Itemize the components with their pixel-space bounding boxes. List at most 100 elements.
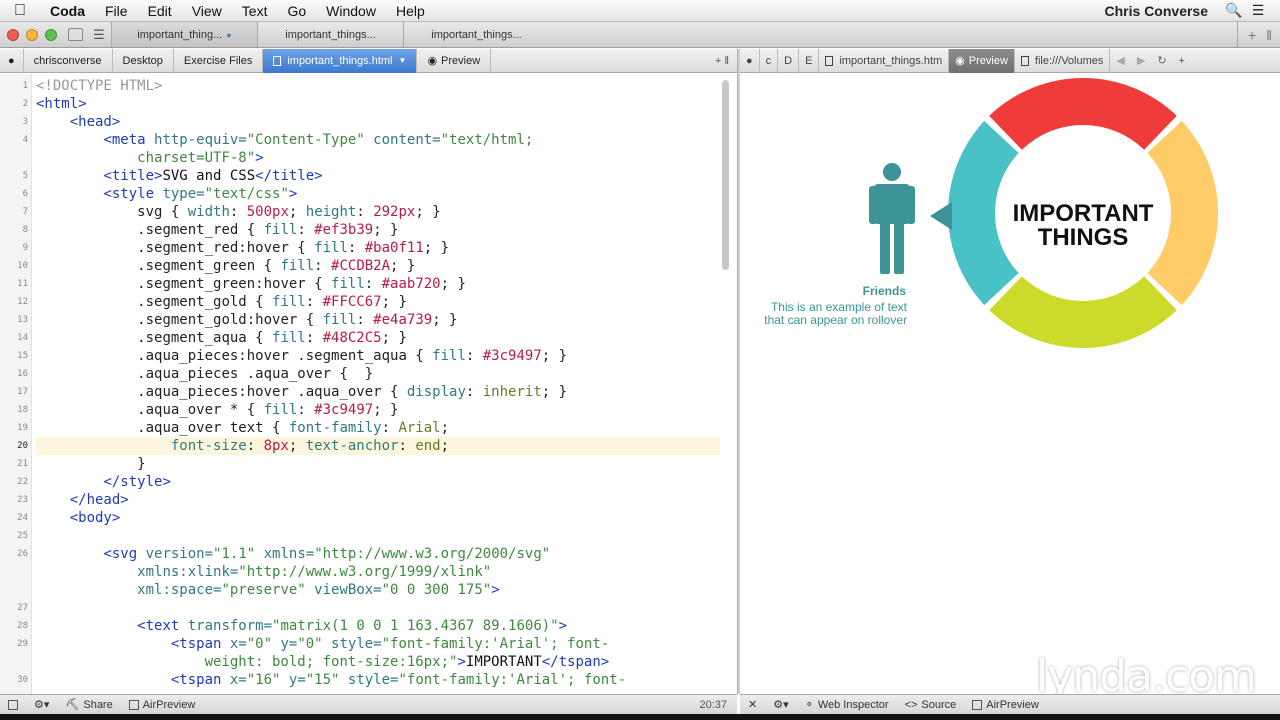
back-arrow-icon[interactable]: ◀ — [1110, 54, 1130, 67]
code-line[interactable]: .aqua_over text { font-family: Arial; — [36, 419, 449, 437]
path-nav-icon-right[interactable]: ● — [740, 48, 760, 73]
menu-edit[interactable]: Edit — [138, 3, 182, 19]
close-preview-button[interactable]: ✕ — [740, 698, 765, 711]
menu-text[interactable]: Text — [232, 3, 278, 19]
code-line[interactable]: .segment_green:hover { fill: #aab720; } — [36, 275, 466, 293]
tab-important-things-3[interactable]: important_things... — [403, 22, 549, 47]
sites-button[interactable] — [63, 22, 87, 47]
code-line[interactable]: charset=UTF-8"> — [36, 149, 263, 167]
tab-important-things-2[interactable]: important_things... — [257, 22, 403, 47]
menu-help[interactable]: Help — [386, 3, 435, 19]
crumb-current-file[interactable]: important_things.html ▼ — [263, 48, 418, 73]
settings-status[interactable]: ⚙▾ — [26, 698, 57, 711]
source-button[interactable]: <> Source — [897, 699, 965, 711]
code-token: ; } — [541, 348, 568, 364]
notification-list-icon[interactable]: ☰ — [1246, 2, 1270, 19]
line-number: 9 — [22, 243, 28, 253]
code-token: version= — [145, 546, 214, 562]
menu-view[interactable]: View — [182, 3, 232, 19]
airpreview-button[interactable]: AirPreview — [121, 699, 204, 711]
menu-coda[interactable]: Coda — [40, 3, 95, 19]
forward-arrow-icon[interactable]: ▶ — [1131, 54, 1151, 67]
code-line[interactable]: .segment_gold { fill: #FFCC67; } — [36, 293, 407, 311]
code-line[interactable]: </head> — [36, 491, 129, 509]
code-line[interactable]: } — [36, 455, 145, 473]
preview-tab-active[interactable]: ◉ Preview — [949, 48, 1015, 73]
code-line[interactable]: .segment_gold:hover { fill: #e4a739; } — [36, 311, 457, 329]
code-line[interactable]: </style> — [36, 473, 170, 491]
preview-tab[interactable]: ◉ Preview — [417, 48, 492, 73]
code-line[interactable]: .aqua_pieces:hover .aqua_over { display:… — [36, 383, 567, 401]
editor-scrollbar[interactable] — [722, 80, 729, 270]
crumb-user-short[interactable]: c — [760, 48, 779, 73]
apple-menu-icon[interactable]:  — [0, 2, 40, 20]
sidebar-toggle-status[interactable] — [0, 699, 26, 710]
preview-status-bar: ✕ ⚙▾ ⚬ Web Inspector <> Source AirPreview — [740, 694, 1280, 714]
spotlight-search-icon[interactable]: 🔍 — [1222, 2, 1246, 19]
code-token: : — [297, 222, 315, 238]
crumb-desktop-short[interactable]: D — [778, 48, 800, 73]
settings-status-right[interactable]: ⚙▾ — [765, 698, 796, 711]
code-line[interactable]: .segment_red:hover { fill: #ba0f11; } — [36, 239, 449, 257]
globe-icon: ⚬ — [804, 699, 814, 711]
code-area[interactable]: <!DOCTYPE HTML> <html> <head> <meta http-… — [36, 74, 720, 694]
segment-red[interactable] — [989, 78, 1177, 150]
path-nav-icon[interactable]: ● — [0, 48, 24, 73]
airpreview-button-right[interactable]: AirPreview — [964, 699, 1047, 711]
menu-go[interactable]: Go — [277, 3, 316, 19]
code-editor[interactable]: 1 2 3 4 5 6 7 8 9 10 11 12 13 14 15 16 17 18 19 20 21 22 23 24 2… — [0, 74, 737, 694]
code-line[interactable]: <svg version="1.1" xmlns="http://www.w3.… — [36, 545, 550, 563]
new-tab-plus-icon[interactable]: + — [1248, 27, 1256, 43]
code-line[interactable]: <title>SVG and CSS</title> — [36, 167, 322, 185]
crumb-desktop[interactable]: Desktop — [113, 48, 174, 73]
code-line[interactable]: <style type="text/css"> — [36, 185, 297, 203]
sidebar-toggle-button[interactable]: ☰ — [87, 22, 111, 47]
segment-gold[interactable] — [1147, 120, 1218, 306]
crumb-file-label: important_things.htm — [839, 54, 943, 67]
code-line[interactable]: <text transform="matrix(1 0 0 1 163.4367… — [36, 617, 567, 635]
web-inspector-button[interactable]: ⚬ Web Inspector — [797, 698, 897, 712]
line-number: 27 — [17, 603, 28, 613]
crumb-user[interactable]: chrisconverse — [24, 48, 113, 73]
split-add-icon[interactable]: + ‖ — [715, 55, 737, 67]
code-line[interactable]: <body> — [36, 509, 121, 527]
menu-file[interactable]: File — [95, 3, 138, 19]
menu-window[interactable]: Window — [316, 3, 386, 19]
code-line[interactable]: <head> — [36, 113, 121, 131]
tab-important-things-1[interactable]: important_thing... ● — [111, 22, 257, 47]
code-line[interactable]: xml:space="preserve" viewBox="0 0 300 17… — [36, 581, 499, 599]
code-line[interactable]: .segment_aqua { fill: #48C2C5; } — [36, 329, 407, 347]
minimize-window-button[interactable] — [26, 28, 38, 41]
code-token: #3c9497 — [482, 348, 542, 364]
zoom-window-button[interactable] — [45, 28, 57, 41]
crumb-exercise-short[interactable]: E — [799, 48, 820, 73]
code-line[interactable]: .aqua_pieces .aqua_over { } — [36, 365, 373, 383]
code-line[interactable]: .aqua_over * { fill: #3c9497; } — [36, 401, 398, 419]
code-line[interactable]: <tspan x="0" y="0" style="font-family:'A… — [36, 635, 609, 653]
code-line[interactable]: <tspan x="16" y="15" style="font-family:… — [36, 671, 626, 689]
code-line[interactable]: <meta http-equiv="Content-Type" content=… — [36, 131, 533, 149]
crumb-exercise-files[interactable]: Exercise Files — [174, 48, 264, 73]
close-window-button[interactable] — [7, 28, 19, 41]
crumb-current-file-right[interactable]: important_things.htm — [819, 48, 950, 73]
code-line[interactable]: weight: bold; font-size:16px;">IMPORTANT… — [36, 653, 610, 671]
code-token: ; } — [373, 402, 399, 418]
code-line[interactable]: .segment_green { fill: #CCDB2A; } — [36, 257, 415, 275]
code-line[interactable]: xmlns:xlink="http://www.w3.org/1999/xlin… — [36, 563, 491, 581]
split-view-icon[interactable]: ‖ — [1266, 27, 1272, 43]
code-line[interactable]: .segment_red { fill: #ef3b39; } — [36, 221, 398, 239]
code-line[interactable]: font-size: 8px; text-anchor: end; — [36, 437, 720, 455]
code-line[interactable]: <!DOCTYPE HTML> — [36, 77, 162, 95]
code-line[interactable]: <html> — [36, 95, 87, 113]
preview-pane: IMPORTANT THINGS Friends This is an exam… — [740, 74, 1280, 694]
segment-green[interactable] — [989, 276, 1177, 348]
url-field[interactable]: file:///Volumes — [1015, 48, 1111, 73]
code-line[interactable]: svg { width: 500px; height: 292px; } — [36, 203, 441, 221]
share-button[interactable]: ⛏ Share — [57, 698, 120, 712]
code-line[interactable]: .aqua_pieces:hover .segment_aqua { fill:… — [36, 347, 567, 365]
split-add-icon[interactable]: + — [1173, 55, 1191, 67]
reload-icon[interactable]: ↻ — [1151, 54, 1172, 67]
segment-aqua[interactable] — [948, 120, 1019, 306]
user-name[interactable]: Chris Converse — [1105, 3, 1222, 19]
